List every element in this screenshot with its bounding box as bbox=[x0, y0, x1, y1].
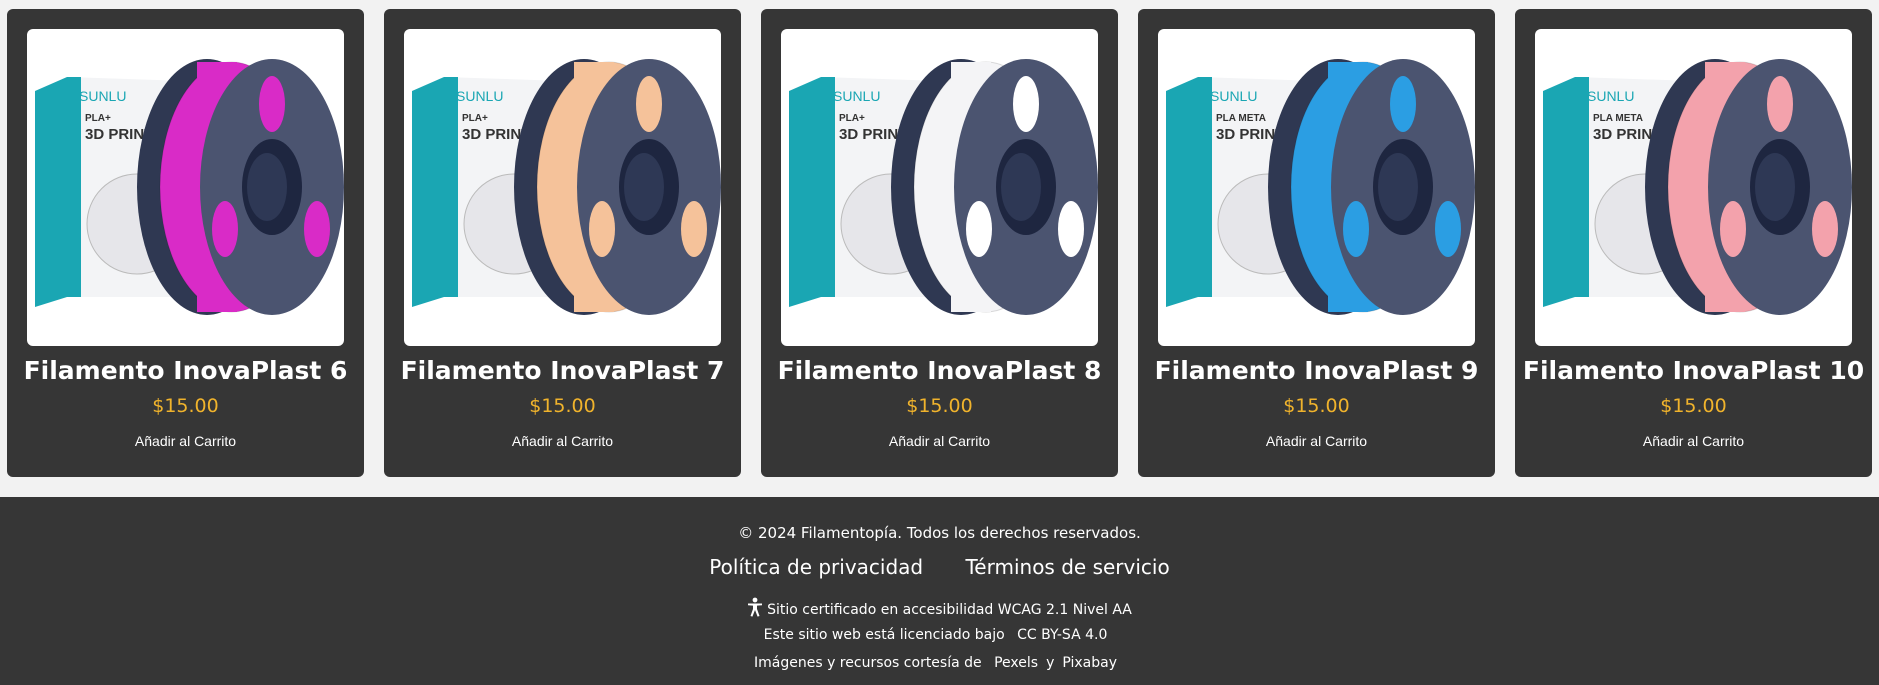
product-card: SUNLU PLA META 3D PRINT Filamento InovaPla… bbox=[1515, 9, 1872, 477]
license-text: Este sitio web está licenciado bajo bbox=[763, 627, 1005, 643]
product-grid: SUNLU PLA+ 3D PRINTIN Filamento InovaPlast… bbox=[0, 0, 1879, 497]
license-link[interactable]: CC BY-SA 4.0 bbox=[1017, 627, 1107, 643]
add-to-cart-button[interactable]: Añadir al Carrito bbox=[127, 429, 244, 453]
spool-illustration: SUNLUPLA+3D PRINTIN bbox=[789, 59, 1098, 315]
box-brand: SUNLU bbox=[1210, 88, 1257, 104]
box-line1: PLA+ bbox=[839, 113, 865, 124]
spool-illustration: SUNLUPLA META3D PRINT bbox=[1543, 59, 1852, 315]
box-brand: SUNLU bbox=[1587, 88, 1634, 104]
product-title: Filamento InovaPlast 7 bbox=[400, 356, 725, 385]
site-footer: © 2024 Filamentopía. Todos los derechos … bbox=[0, 497, 1879, 685]
product-card: SUNLU PLA+ 3D PRINTIN Filamento InovaPlast… bbox=[7, 9, 364, 477]
product-price: $15.00 bbox=[152, 395, 219, 417]
box-line1: PLA META bbox=[1593, 113, 1643, 124]
box-brand: SUNLU bbox=[79, 88, 126, 104]
product-price: $15.00 bbox=[1660, 395, 1727, 417]
product-image[interactable]: SUNLU PLA META 3D PRINT bbox=[1535, 29, 1852, 346]
box-brand: SUNLU bbox=[456, 88, 503, 104]
add-to-cart-button[interactable]: Añadir al Carrito bbox=[504, 429, 621, 453]
product-title: Filamento InovaPlast 6 bbox=[23, 356, 348, 385]
product-image[interactable]: SUNLU PLA+ 3D PRINTIN bbox=[404, 29, 721, 346]
spool-illustration: SUNLUPLA META3D PRINT bbox=[1166, 59, 1475, 315]
copyright-text: © 2024 Filamentopía. Todos los derechos … bbox=[738, 524, 1141, 542]
spool-illustration: SUNLUPLA+3D PRINTIN bbox=[35, 59, 344, 315]
box-line1: PLA+ bbox=[462, 113, 488, 124]
product-title: Filamento InovaPlast 10 bbox=[1522, 356, 1865, 385]
box-line1: PLA META bbox=[1216, 113, 1266, 124]
product-card: SUNLU PLA+ 3D PRINTIN Filamento InovaPlast… bbox=[384, 9, 741, 477]
footer-links: Política de privacidad Términos de servi… bbox=[0, 555, 1879, 579]
product-image[interactable]: SUNLU PLA+ 3D PRINTIN bbox=[27, 29, 344, 346]
add-to-cart-button[interactable]: Añadir al Carrito bbox=[881, 429, 998, 453]
credits-and: y bbox=[1046, 655, 1055, 671]
license-line: Este sitio web está licenciado bajo CC B… bbox=[0, 627, 1879, 643]
box-brand: SUNLU bbox=[833, 88, 880, 104]
product-title: Filamento InovaPlast 9 bbox=[1154, 356, 1479, 385]
spool-illustration: SUNLUPLA+3D PRINTIN bbox=[412, 59, 721, 315]
product-image[interactable]: SUNLU PLA META 3D PRINT bbox=[1158, 29, 1475, 346]
pixabay-link[interactable]: Pixabay bbox=[1062, 655, 1117, 671]
box-line1: PLA+ bbox=[85, 113, 111, 124]
product-card: SUNLU PLA META 3D PRINT Filamento InovaPla… bbox=[1138, 9, 1495, 477]
terms-link[interactable]: Términos de servicio bbox=[965, 555, 1169, 579]
product-image[interactable]: SUNLU PLA+ 3D PRINTIN bbox=[781, 29, 1098, 346]
product-price: $15.00 bbox=[1283, 395, 1350, 417]
add-to-cart-button[interactable]: Añadir al Carrito bbox=[1635, 429, 1752, 453]
accessibility-icon bbox=[747, 597, 763, 621]
product-title: Filamento InovaPlast 8 bbox=[777, 356, 1102, 385]
credits-text: Imágenes y recursos cortesía de bbox=[754, 655, 982, 671]
add-to-cart-button[interactable]: Añadir al Carrito bbox=[1258, 429, 1375, 453]
product-price: $15.00 bbox=[906, 395, 973, 417]
product-price: $15.00 bbox=[529, 395, 596, 417]
privacy-link[interactable]: Política de privacidad bbox=[709, 555, 923, 579]
wcag-text: Sitio certificado en accesibilidad WCAG … bbox=[767, 602, 1132, 618]
accessibility-badge: Sitio certificado en accesibilidad WCAG … bbox=[0, 597, 1879, 621]
pexels-link[interactable]: Pexels bbox=[994, 655, 1038, 671]
product-card: SUNLU PLA+ 3D PRINTIN Filamento InovaPlast… bbox=[761, 9, 1118, 477]
credits-line: Imágenes y recursos cortesía de Pexels y P… bbox=[0, 655, 1879, 671]
